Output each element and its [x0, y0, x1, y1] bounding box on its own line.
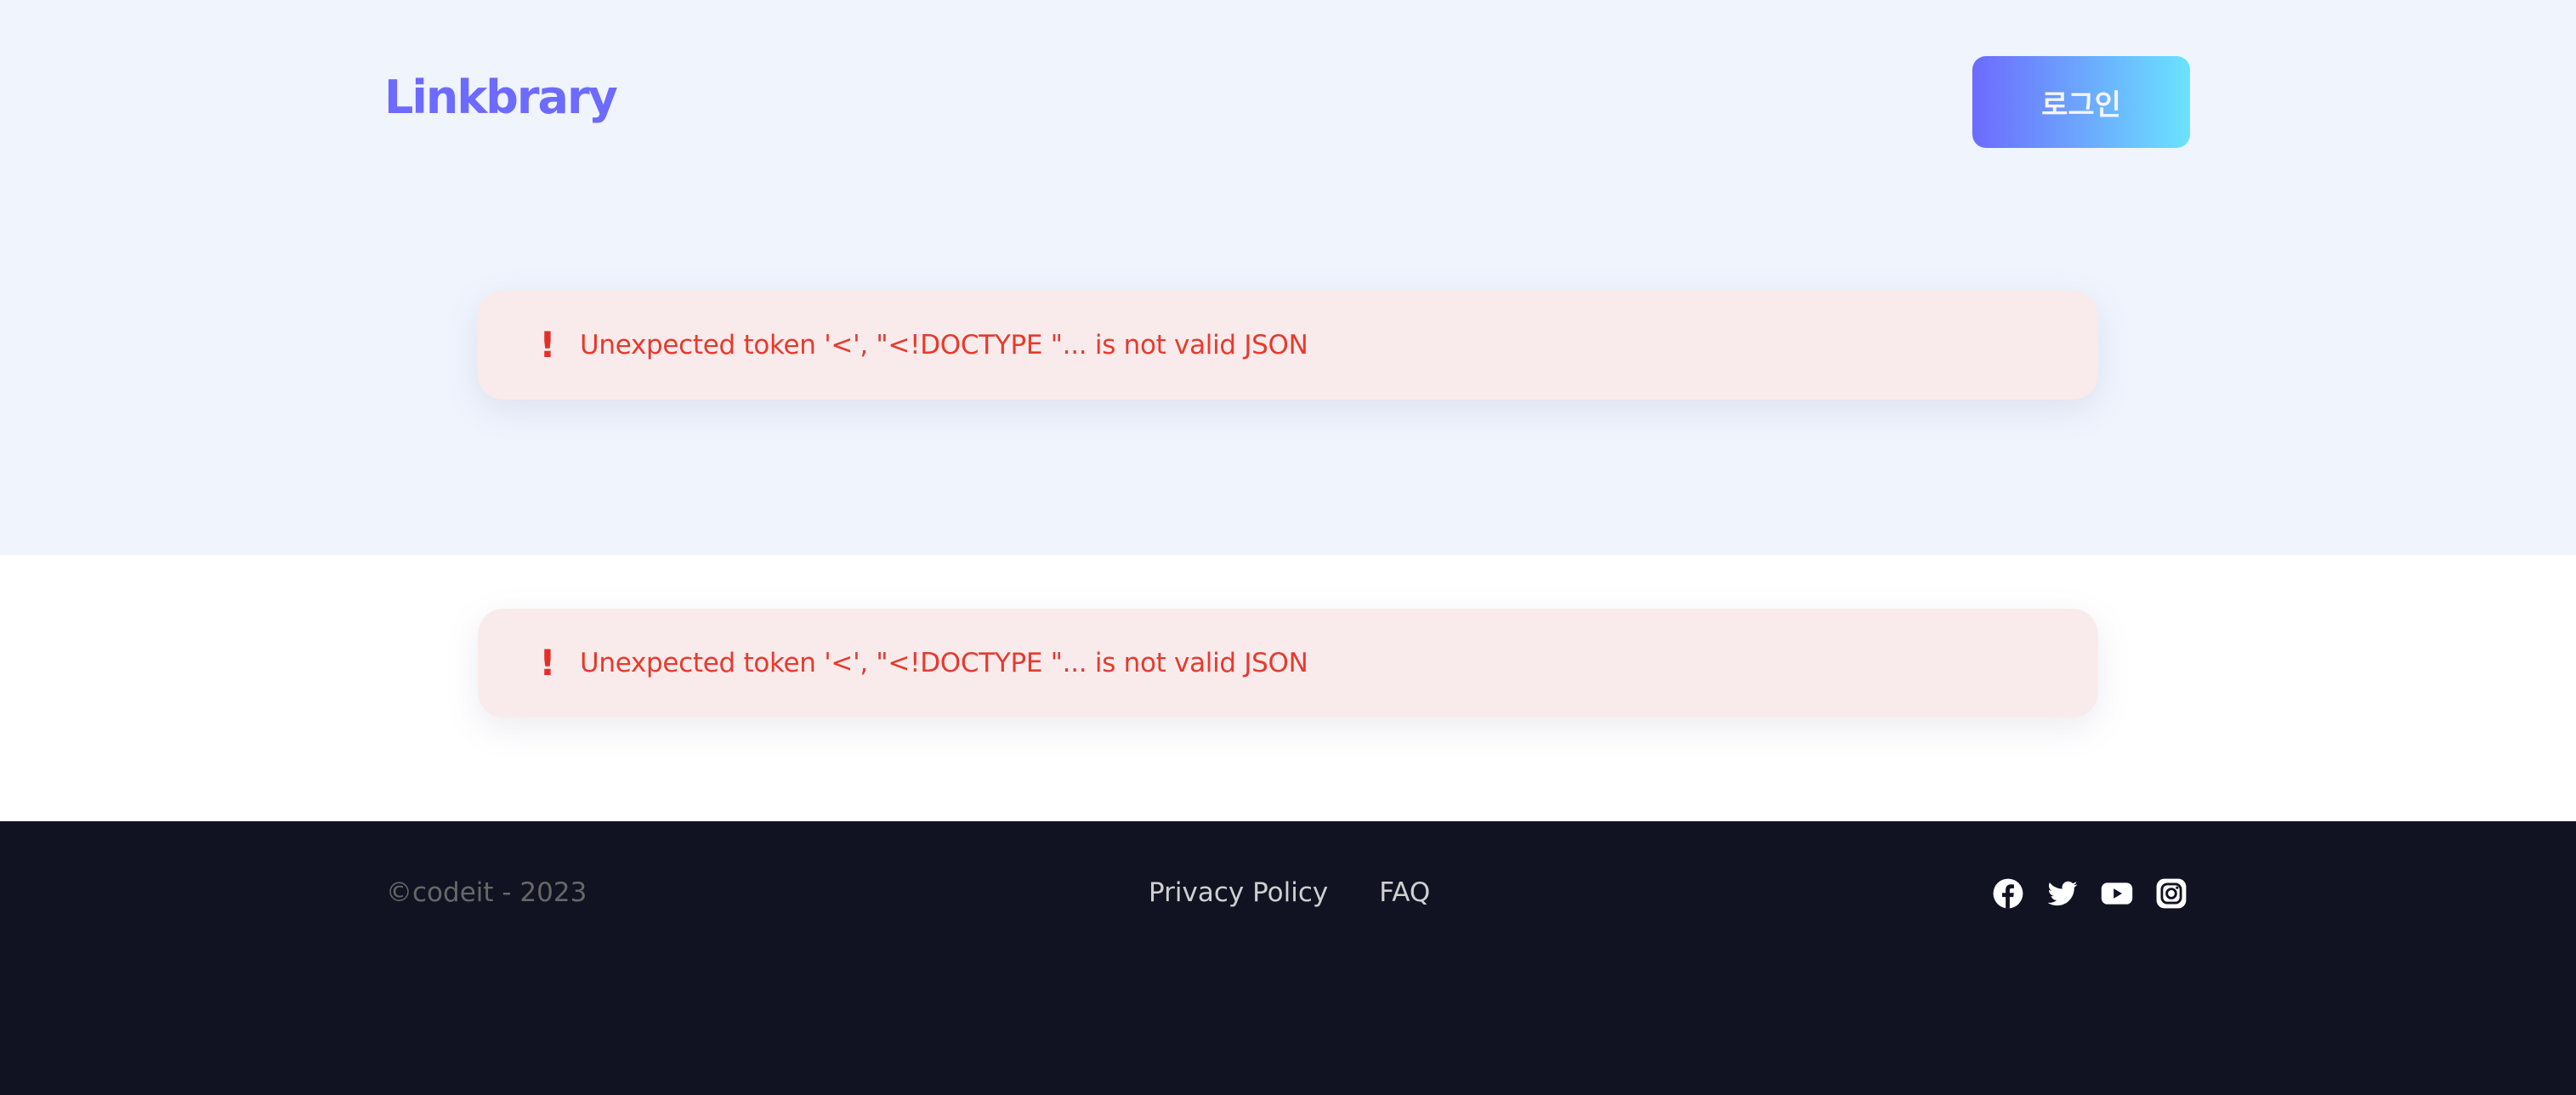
youtube-icon[interactable]	[2101, 877, 2133, 910]
social-links	[1992, 877, 2187, 910]
error-alert: ! Unexpected token '<', "<!DOCTYPE "... …	[478, 291, 2098, 400]
error-message: Unexpected token '<', "<!DOCTYPE "... is…	[580, 330, 1308, 360]
login-button[interactable]: 로그인	[1972, 56, 2190, 148]
error-alert: ! Unexpected token '<', "<!DOCTYPE "... …	[478, 609, 2098, 718]
hero-section: Linkbrary 로그인	[0, 0, 2576, 555]
footer-links: Privacy Policy FAQ	[1149, 877, 1430, 908]
facebook-icon[interactable]	[1992, 877, 2024, 910]
instagram-icon[interactable]	[2155, 877, 2187, 910]
exclamation-icon: !	[539, 642, 556, 684]
copyright-text: ©codeit - 2023	[386, 877, 587, 908]
exclamation-icon: !	[539, 324, 556, 366]
linkbrary-logo[interactable]: Linkbrary	[384, 68, 618, 128]
twitter-icon[interactable]	[2046, 877, 2079, 910]
footer: ©codeit - 2023 Privacy Policy FAQ	[0, 821, 2576, 1095]
privacy-policy-link[interactable]: Privacy Policy	[1149, 877, 1328, 908]
error-message: Unexpected token '<', "<!DOCTYPE "... is…	[580, 648, 1308, 678]
faq-link[interactable]: FAQ	[1379, 877, 1430, 908]
